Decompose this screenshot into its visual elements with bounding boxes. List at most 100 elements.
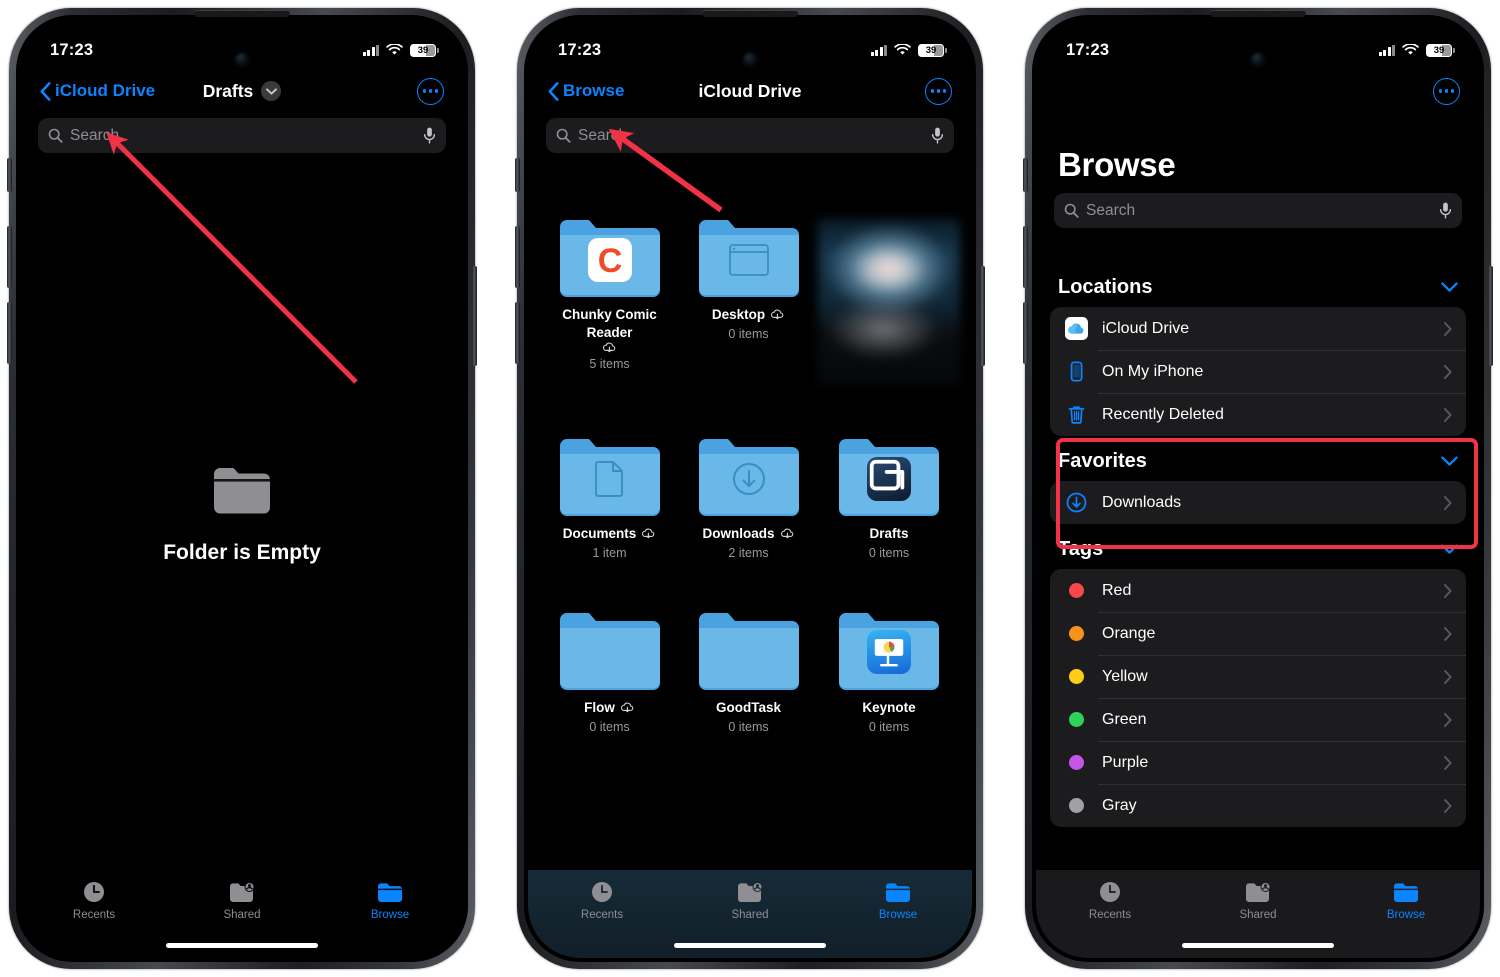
- item-name: Documents: [562, 526, 637, 541]
- tab-browse[interactable]: Browse: [824, 880, 972, 921]
- search-input[interactable]: Search: [546, 118, 954, 153]
- grid-item[interactable]: Drafts 0 items: [818, 438, 960, 560]
- status-time: 17:23: [558, 40, 602, 59]
- volume-down-button[interactable]: [1023, 302, 1028, 364]
- folder-icon: [376, 880, 404, 904]
- home-indicator[interactable]: [674, 943, 826, 948]
- grid-item[interactable]: Flow 0 items: [540, 612, 679, 734]
- grid-item[interactable]: Desktop 0 items: [679, 219, 818, 386]
- tab-label: Recents: [1088, 909, 1132, 921]
- item-name: Flow: [584, 699, 615, 715]
- tab-shared[interactable]: Shared: [168, 880, 316, 921]
- chevron-right-icon: [1444, 407, 1452, 422]
- ellipsis-circle-icon[interactable]: [1433, 77, 1460, 105]
- back-label: Browse: [563, 81, 625, 100]
- ellipsis-circle-icon[interactable]: [417, 77, 444, 105]
- keynote-app-icon: [867, 630, 911, 675]
- item-name-row: Flow: [584, 699, 635, 717]
- volume-up-button[interactable]: [515, 226, 520, 288]
- list-item-tag[interactable]: Orange: [1050, 612, 1466, 655]
- ellipsis-circle-icon[interactable]: [925, 77, 952, 105]
- item-count: 5 items: [589, 356, 630, 371]
- grid-item[interactable]: C Chunky Comic Reader 5 items: [540, 219, 679, 386]
- page-title: iCloud Drive: [698, 80, 802, 101]
- shared-folder-person-icon: [736, 880, 764, 904]
- status-time: 17:23: [50, 40, 94, 59]
- chevron-down-icon[interactable]: [261, 81, 282, 101]
- tag-dot-icon: [1064, 751, 1088, 775]
- wifi-icon: [386, 44, 403, 55]
- tab-label: Shared: [223, 909, 261, 921]
- tab-browse[interactable]: Browse: [1332, 880, 1480, 921]
- home-indicator[interactable]: [166, 943, 318, 948]
- power-button[interactable]: [980, 266, 985, 366]
- cellular-bars-icon: [1378, 44, 1395, 56]
- navigation-bar: iCloud Drive Drafts: [20, 67, 464, 115]
- tab-recents[interactable]: Recents: [1036, 880, 1184, 921]
- item-count: 1 item: [592, 545, 627, 560]
- folder-icon: [559, 612, 660, 690]
- icloud-download-icon: [771, 309, 784, 320]
- list-item-label: Yellow: [1102, 667, 1148, 685]
- tab-recents[interactable]: Recents: [528, 880, 676, 921]
- folder-icon: [698, 219, 799, 297]
- grid-item[interactable]: Keynote 0 items: [818, 612, 960, 734]
- chevron-right-icon: [1444, 669, 1452, 684]
- microphone-icon[interactable]: [931, 127, 944, 144]
- mute-switch[interactable]: [7, 158, 12, 192]
- microphone-icon[interactable]: [423, 127, 436, 144]
- search-input[interactable]: Search: [1054, 193, 1462, 228]
- power-button[interactable]: [1488, 266, 1493, 366]
- back-button[interactable]: Browse: [548, 81, 624, 101]
- mute-switch[interactable]: [515, 158, 520, 192]
- home-indicator[interactable]: [1182, 943, 1334, 948]
- volume-down-button[interactable]: [7, 302, 12, 364]
- list-item-on-my-iphone[interactable]: On My iPhone: [1050, 350, 1466, 393]
- volume-up-button[interactable]: [7, 226, 12, 288]
- item-name-row: Desktop: [712, 306, 785, 324]
- section-header-locations[interactable]: Locations: [1036, 262, 1480, 307]
- back-button[interactable]: iCloud Drive: [40, 81, 155, 101]
- tab-label: Browse: [1386, 909, 1426, 921]
- grid-item[interactable]: Documents 1 item: [540, 438, 679, 560]
- search-input[interactable]: Search: [38, 118, 446, 153]
- tags-card: Red Orange Yellow Green Purple Gray: [1050, 569, 1466, 827]
- tab-shared[interactable]: Shared: [1184, 880, 1332, 921]
- list-item-icloud-drive[interactable]: iCloud Drive: [1050, 307, 1466, 350]
- list-item-tag[interactable]: Red: [1050, 569, 1466, 612]
- svg-text:C: C: [597, 242, 622, 280]
- list-item-tag[interactable]: Gray: [1050, 784, 1466, 827]
- tab-browse[interactable]: Browse: [316, 880, 464, 921]
- folder-icon: C: [559, 219, 660, 297]
- grid-item[interactable]: [818, 219, 960, 386]
- section-title: Locations: [1058, 276, 1153, 298]
- item-name-row: Drafts: [869, 525, 908, 543]
- list-item-tag[interactable]: Yellow: [1050, 655, 1466, 698]
- tab-label: Shared: [1239, 909, 1277, 921]
- microphone-icon[interactable]: [1439, 202, 1452, 219]
- mute-switch[interactable]: [1023, 158, 1028, 192]
- item-name: Drafts: [869, 526, 909, 541]
- battery-level: 39: [417, 44, 429, 56]
- list-item-tag[interactable]: Purple: [1050, 741, 1466, 784]
- search-icon: [556, 128, 571, 143]
- icloud-download-icon: [602, 342, 616, 352]
- list-item-recently-deleted[interactable]: Recently Deleted: [1050, 393, 1466, 436]
- power-button[interactable]: [472, 266, 477, 366]
- list-item-label: Green: [1102, 710, 1147, 728]
- grid-item[interactable]: Downloads 2 items: [679, 438, 818, 560]
- locations-card: iCloud Drive On My iPhone Recently Delet…: [1050, 307, 1466, 436]
- list-item-label: Purple: [1102, 753, 1149, 771]
- phone-2-screen: 17:23 39 Browse iCloud Drive Search C Ch…: [528, 19, 972, 958]
- chevron-down-icon[interactable]: [1441, 282, 1458, 293]
- item-name: Keynote: [862, 699, 916, 715]
- tab-shared[interactable]: Shared: [676, 880, 824, 921]
- volume-down-button[interactable]: [515, 302, 520, 364]
- empty-folder-label: Folder is Empty: [163, 541, 321, 564]
- volume-up-button[interactable]: [1023, 226, 1028, 288]
- list-item-tag[interactable]: Green: [1050, 698, 1466, 741]
- grid-item[interactable]: GoodTask 0 items: [679, 612, 818, 734]
- status-time: 17:23: [1066, 40, 1110, 59]
- browse-list[interactable]: Locations iCloud Drive On My iPhone Rece…: [1036, 262, 1480, 958]
- tab-recents[interactable]: Recents: [20, 880, 168, 921]
